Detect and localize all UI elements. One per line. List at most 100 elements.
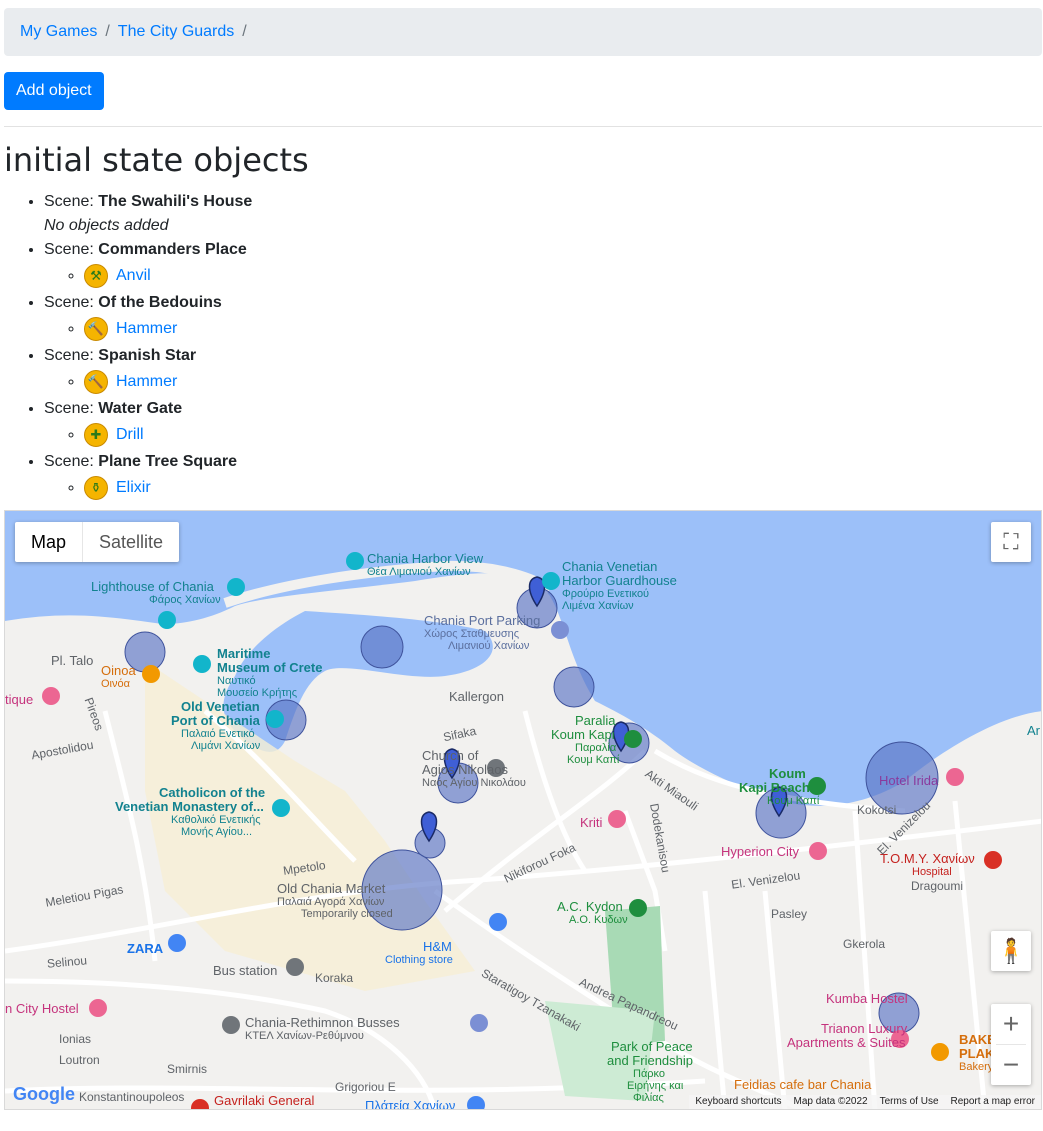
object-link-elixir[interactable]: Elixir <box>116 476 151 500</box>
scene-name: Of the Bedouins <box>98 294 222 311</box>
hammer-icon: 🔨 <box>84 370 108 394</box>
street-kokotsi: Kokotsi <box>857 803 897 817</box>
object-list: 🔨 Hammer <box>44 317 252 341</box>
map-label-city-hostel: n City Hostel <box>5 1001 79 1016</box>
map-type-map-button[interactable]: Map <box>15 522 84 562</box>
map-label-maritime: Maritime Museum of Crete Ναυτικό Μουσείο… <box>217 646 323 700</box>
map-type-control: Map Satellite <box>15 522 180 562</box>
map-label-paralia: Paralia Koum Kapi Παραλία Κουμ Καπί <box>551 713 620 767</box>
minus-icon: − <box>1002 1049 1020 1080</box>
scene-item: Scene: Of the Bedouins 🔨 Hammer <box>44 291 252 341</box>
object-link-hammer[interactable]: Hammer <box>116 317 177 341</box>
plus-icon: + <box>1002 1008 1020 1039</box>
anvil-icon: ⚒ <box>84 264 108 288</box>
map-label-kallergon: Kallergon <box>449 689 504 704</box>
map-label-church: Church of Agios Nikolaos Ναός Αγίου Νικο… <box>422 748 526 790</box>
street-dragoumi: Dragoumi <box>911 879 964 893</box>
object-list: ⚒ Anvil <box>44 264 252 288</box>
object-item: 🔨 Hammer <box>84 370 252 394</box>
scene-name: Water Gate <box>98 400 183 417</box>
scene-label: Scene: <box>44 400 94 417</box>
street-view-pegman-button[interactable]: 🧍 <box>991 931 1031 971</box>
map-label-park: Park of Peace and Friendship Πάρκο Ειρήν… <box>607 1039 693 1105</box>
map-label-pl-talo: Pl. Talo <box>51 653 94 668</box>
scene-item: Scene: Water Gate ✚ Drill <box>44 397 252 447</box>
map[interactable]: Chania Harbor View Θέα Λιμανιού Χανίων C… <box>4 510 1042 1110</box>
fullscreen-icon: ⛶ <box>1003 529 1019 554</box>
map-label-tomy: T.O.M.Y. Χανίων Hospital <box>880 851 975 878</box>
add-object-button[interactable]: Add object <box>4 72 104 110</box>
scene-item: Scene: Plane Tree Square ⚱ Elixir <box>44 450 252 500</box>
scene-name: Plane Tree Square <box>98 453 237 470</box>
object-list: 🔨 Hammer <box>44 370 252 394</box>
google-logo-text: Google <box>13 1084 75 1104</box>
map-data-text: Map data ©2022 <box>793 1096 868 1107</box>
object-link-hammer[interactable]: Hammer <box>116 370 177 394</box>
zoom-out-button[interactable]: − <box>991 1045 1031 1085</box>
scene-label: Scene: <box>44 347 94 364</box>
scene-label: Scene: <box>44 193 94 210</box>
breadcrumb-my-games[interactable]: My Games <box>20 23 97 41</box>
object-item: 🔨 Hammer <box>84 317 252 341</box>
report-map-error-link[interactable]: Report a map error <box>951 1095 1035 1109</box>
map-label-guardhouse: Chania Venetian Harbor Guardhouse Φρούρι… <box>562 559 677 613</box>
hammer-icon: 🔨 <box>84 317 108 341</box>
map-label-ar: Ar <box>1027 723 1040 738</box>
map-label-oinoa: Oinoa Οινόα <box>101 663 136 690</box>
breadcrumb-the-city-guards[interactable]: The City Guards <box>118 23 234 41</box>
google-logo: Google <box>13 1084 75 1105</box>
map-type-satellite-button[interactable]: Satellite <box>83 522 179 562</box>
scene-label: Scene: <box>44 453 94 470</box>
keyboard-shortcuts-link[interactable]: Keyboard shortcuts <box>695 1095 781 1109</box>
scene-name: Commanders Place <box>98 241 247 258</box>
map-label-koum-kapi: Koum Kapi Beach Κουμ Καπί <box>739 766 820 808</box>
map-label-kumba: Kumba Hostel <box>826 991 908 1006</box>
map-label-bus: Bus station <box>213 963 278 978</box>
scene-name: Spanish Star <box>98 347 197 364</box>
elixir-icon: ⚱ <box>84 476 108 500</box>
scene-item: Scene: Spanish Star 🔨 Hammer <box>44 344 252 394</box>
object-list: ✚ Drill <box>44 423 252 447</box>
street-grigoriou: Grigoriou E <box>335 1080 396 1094</box>
map-label-akydon: A.C. Kydon Α.Ο. Κυδων <box>557 899 628 926</box>
map-label-port-parking: Chania Port Parking Χώρος Σταθμευσης Λιμ… <box>424 613 541 652</box>
object-item: ⚒ Anvil <box>84 264 252 288</box>
scene-name: The Swahili's House <box>98 193 253 210</box>
scene-item: Scene: Commanders Place ⚒ Anvil <box>44 238 252 288</box>
street-gkerola: Gkerola <box>843 937 886 951</box>
map-label-harbor-view: Chania Harbor View Θέα Λιμανιού Χανίων <box>367 551 484 578</box>
pegman-icon: 🧍 <box>996 937 1026 965</box>
object-link-anvil[interactable]: Anvil <box>116 264 151 288</box>
object-item: ✚ Drill <box>84 423 252 447</box>
scene-list: Scene: The Swahili's House No objects ad… <box>24 190 252 503</box>
map-label-tique: tique <box>5 692 34 707</box>
breadcrumb-separator: / <box>105 23 110 40</box>
map-label-busses: Chania-Rethimnon Busses ΚΤΕΛ Χανίων-Ρεθύ… <box>245 1015 400 1042</box>
zoom-in-button[interactable]: + <box>991 1004 1031 1044</box>
fullscreen-button[interactable]: ⛶ <box>991 522 1031 562</box>
map-footer: Keyboard shortcuts Map data ©2022 Terms … <box>689 1095 1041 1109</box>
map-label-hotel-irida: Hotel Irida <box>879 773 939 788</box>
scene-label: Scene: <box>44 294 94 311</box>
map-label-plateia: Πλάτεία Χανίων <box>365 1098 456 1110</box>
map-label-feidias: Feidias cafe bar Chania <box>734 1077 872 1092</box>
street-konstantinoupoleos: Konstantinoupoleos <box>79 1090 185 1104</box>
map-label-gavrilaki: Gavrilaki General <box>214 1093 315 1108</box>
breadcrumb: My Games / The City Guards / <box>4 8 1042 56</box>
map-label-market: Old Chania Market Παλαιά Αγορά Χανίων Te… <box>277 881 393 920</box>
map-label-hm: H&M Clothing store <box>385 939 453 966</box>
breadcrumb-separator: / <box>242 23 247 40</box>
scene-item: Scene: The Swahili's House No objects ad… <box>44 190 252 238</box>
street-loutron: Loutron <box>59 1053 100 1067</box>
scene-label: Scene: <box>44 241 94 258</box>
object-link-drill[interactable]: Drill <box>116 423 144 447</box>
divider <box>4 126 1042 127</box>
street-smirnis: Smirnis <box>167 1062 208 1076</box>
street-koraka: Koraka <box>315 971 354 985</box>
zoom-control: + − <box>991 1004 1031 1085</box>
map-label-trianon: Trianon Luxury Apartments & Suites <box>787 1021 908 1050</box>
terms-of-use-link[interactable]: Terms of Use <box>880 1095 939 1109</box>
object-list: ⚱ Elixir <box>44 476 252 500</box>
no-objects-text: No objects added <box>44 217 169 234</box>
street-pasley: Pasley <box>771 907 808 921</box>
